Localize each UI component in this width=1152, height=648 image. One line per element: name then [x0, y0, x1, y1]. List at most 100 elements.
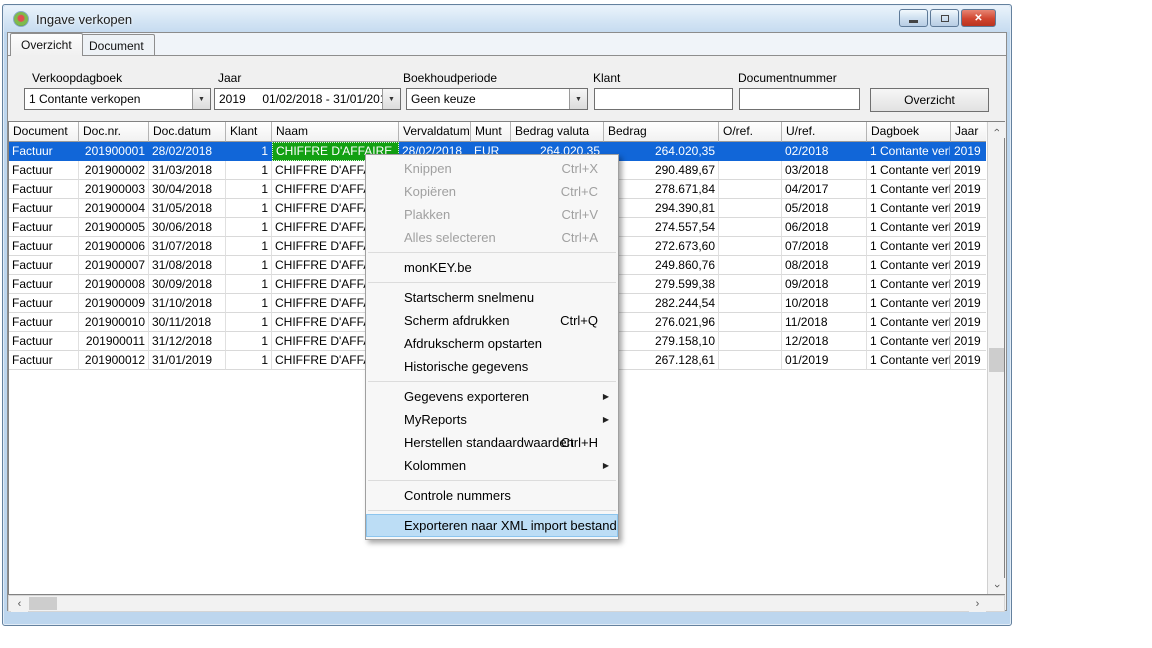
menu-item-monkey-be[interactable]: monKEY.be	[366, 256, 618, 279]
cell-o-ref[interactable]	[719, 218, 782, 237]
cell-document[interactable]: Factuur	[9, 237, 79, 256]
tab-document[interactable]: Document	[78, 34, 155, 56]
cell-bedrag[interactable]: 290.489,67	[604, 161, 719, 180]
cell-doc-datum[interactable]: 31/10/2018	[149, 294, 226, 313]
cell-dagboek[interactable]: 1 Contante verko	[867, 237, 951, 256]
cell-dagboek[interactable]: 1 Contante verko	[867, 275, 951, 294]
column-header-vervaldatum[interactable]: Vervaldatum	[399, 122, 471, 142]
menu-item-kopi-ren[interactable]: KopiërenCtrl+C	[366, 180, 618, 203]
cell-bedrag[interactable]: 279.599,38	[604, 275, 719, 294]
cell-jaar[interactable]: 2019	[951, 237, 986, 256]
cell-klant[interactable]: 1	[226, 294, 272, 313]
chevron-down-icon[interactable]: ▼	[382, 89, 400, 109]
cell-u-ref[interactable]: 10/2018	[782, 294, 867, 313]
vertical-scrollbar[interactable]: › ›	[987, 122, 1004, 594]
menu-item-alles-selecteren[interactable]: Alles selecterenCtrl+A	[366, 226, 618, 249]
cell-bedrag[interactable]: 279.158,10	[604, 332, 719, 351]
documentnummer-input[interactable]	[739, 88, 860, 110]
cell-u-ref[interactable]: 02/2018	[782, 142, 867, 161]
cell-document[interactable]: Factuur	[9, 256, 79, 275]
cell-bedrag[interactable]: 282.244,54	[604, 294, 719, 313]
column-header-u-ref[interactable]: U/ref.	[782, 122, 867, 142]
jaar-select[interactable]: 2019 01/02/2018 - 31/01/2019 ▼	[214, 88, 401, 110]
menu-item-exporteren-naar-xml-import-bestand[interactable]: Exporteren naar XML import bestand	[366, 514, 618, 537]
cell-klant[interactable]: 1	[226, 332, 272, 351]
cell-o-ref[interactable]	[719, 180, 782, 199]
cell-u-ref[interactable]: 03/2018	[782, 161, 867, 180]
cell-doc-nr[interactable]: 201900004	[79, 199, 149, 218]
cell-doc-datum[interactable]: 30/09/2018	[149, 275, 226, 294]
cell-klant[interactable]: 1	[226, 180, 272, 199]
horizontal-scrollbar[interactable]: ‹ ›	[8, 595, 1005, 612]
cell-u-ref[interactable]: 09/2018	[782, 275, 867, 294]
column-header-klant[interactable]: Klant	[226, 122, 272, 142]
minimize-button[interactable]	[899, 9, 928, 27]
cell-klant[interactable]: 1	[226, 351, 272, 370]
cell-o-ref[interactable]	[719, 142, 782, 161]
cell-document[interactable]: Factuur	[9, 199, 79, 218]
cell-document[interactable]: Factuur	[9, 313, 79, 332]
column-header-doc-nr[interactable]: Doc.nr.	[79, 122, 149, 142]
cell-jaar[interactable]: 2019	[951, 294, 986, 313]
cell-doc-datum[interactable]: 31/05/2018	[149, 199, 226, 218]
menu-item-herstellen-standaardwaarden[interactable]: Herstellen standaardwaardenCtrl+H	[366, 431, 618, 454]
cell-klant[interactable]: 1	[226, 218, 272, 237]
cell-o-ref[interactable]	[719, 351, 782, 370]
cell-doc-datum[interactable]: 30/04/2018	[149, 180, 226, 199]
cell-klant[interactable]: 1	[226, 256, 272, 275]
cell-bedrag[interactable]: 267.128,61	[604, 351, 719, 370]
menu-item-historische-gegevens[interactable]: Historische gegevens	[366, 355, 618, 378]
cell-document[interactable]: Factuur	[9, 294, 79, 313]
cell-doc-nr[interactable]: 201900005	[79, 218, 149, 237]
menu-item-afdrukscherm-opstarten[interactable]: Afdrukscherm opstarten	[366, 332, 618, 355]
cell-jaar[interactable]: 2019	[951, 313, 986, 332]
column-header-bedrag-valuta[interactable]: Bedrag valuta	[511, 122, 604, 142]
cell-klant[interactable]: 1	[226, 142, 272, 161]
chevron-down-icon[interactable]: ▼	[569, 89, 587, 109]
overzicht-button[interactable]: Overzicht	[870, 88, 989, 112]
scroll-up-icon[interactable]: ›	[988, 122, 1005, 138]
horizontal-scrollbar-thumb[interactable]	[29, 597, 57, 610]
cell-doc-nr[interactable]: 201900011	[79, 332, 149, 351]
cell-document[interactable]: Factuur	[9, 142, 79, 161]
cell-doc-nr[interactable]: 201900002	[79, 161, 149, 180]
cell-bedrag[interactable]: 278.671,84	[604, 180, 719, 199]
column-header-naam[interactable]: Naam	[272, 122, 399, 142]
scroll-down-icon[interactable]: ›	[988, 578, 1005, 594]
cell-dagboek[interactable]: 1 Contante verko	[867, 313, 951, 332]
cell-jaar[interactable]: 2019	[951, 161, 986, 180]
cell-document[interactable]: Factuur	[9, 218, 79, 237]
cell-bedrag[interactable]: 274.557,54	[604, 218, 719, 237]
boekhoudperiode-select[interactable]: Geen keuze ▼	[406, 88, 588, 110]
cell-jaar[interactable]: 2019	[951, 142, 986, 161]
cell-doc-datum[interactable]: 30/06/2018	[149, 218, 226, 237]
menu-item-plakken[interactable]: PlakkenCtrl+V	[366, 203, 618, 226]
cell-jaar[interactable]: 2019	[951, 332, 986, 351]
cell-klant[interactable]: 1	[226, 199, 272, 218]
cell-document[interactable]: Factuur	[9, 275, 79, 294]
cell-dagboek[interactable]: 1 Contante verko	[867, 199, 951, 218]
title-bar[interactable]: Ingave verkopen ✕	[4, 6, 1010, 32]
column-header-dagboek[interactable]: Dagboek	[867, 122, 951, 142]
cell-u-ref[interactable]: 11/2018	[782, 313, 867, 332]
cell-bedrag[interactable]: 249.860,76	[604, 256, 719, 275]
menu-item-scherm-afdrukken[interactable]: Scherm afdrukkenCtrl+Q	[366, 309, 618, 332]
cell-u-ref[interactable]: 06/2018	[782, 218, 867, 237]
cell-doc-nr[interactable]: 201900001	[79, 142, 149, 161]
cell-doc-nr[interactable]: 201900008	[79, 275, 149, 294]
cell-doc-datum[interactable]: 31/12/2018	[149, 332, 226, 351]
cell-u-ref[interactable]: 05/2018	[782, 199, 867, 218]
cell-document[interactable]: Factuur	[9, 351, 79, 370]
column-header-doc-datum[interactable]: Doc.datum	[149, 122, 226, 142]
cell-doc-nr[interactable]: 201900007	[79, 256, 149, 275]
cell-document[interactable]: Factuur	[9, 180, 79, 199]
menu-item-myreports[interactable]: MyReports▶	[366, 408, 618, 431]
cell-klant[interactable]: 1	[226, 275, 272, 294]
cell-u-ref[interactable]: 04/2017	[782, 180, 867, 199]
cell-u-ref[interactable]: 01/2019	[782, 351, 867, 370]
cell-u-ref[interactable]: 08/2018	[782, 256, 867, 275]
chevron-down-icon[interactable]: ▼	[192, 89, 210, 109]
cell-dagboek[interactable]: 1 Contante verko	[867, 161, 951, 180]
cell-jaar[interactable]: 2019	[951, 351, 986, 370]
cell-doc-nr[interactable]: 201900003	[79, 180, 149, 199]
